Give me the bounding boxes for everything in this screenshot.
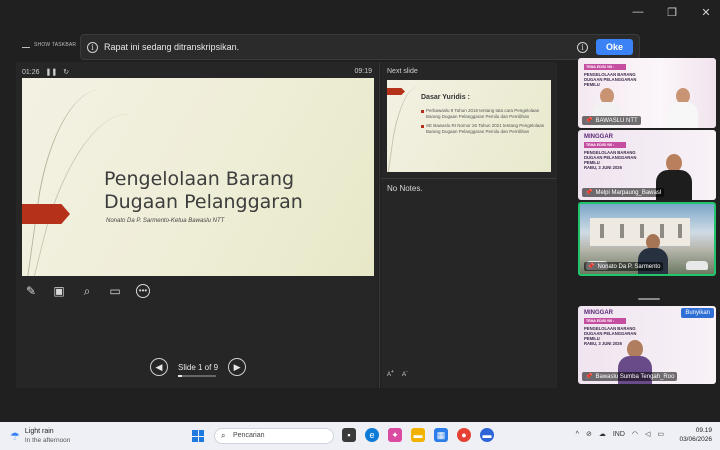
slide-navigation: ◀ Slide 1 of 9 ▶ <box>150 358 247 377</box>
participant-tile-active[interactable]: 📌 Nonato Da P. Sarmento <box>578 202 716 276</box>
next-slide-preview[interactable]: Dasar Yuridis : Perbawaslu 9 Tahun 2018 … <box>387 80 551 172</box>
store-icon[interactable]: ▦ <box>434 428 448 442</box>
battery-icon[interactable]: ▭ <box>657 430 664 438</box>
participant-tile[interactable]: MINGGAR TEMA EDISI VIII : PENGELOLAAN BA… <box>578 306 716 384</box>
pin-icon: 📌 <box>585 190 593 196</box>
speaker-notes: No Notes. <box>387 184 423 193</box>
participant-name: 📌 BAWASLU NTT <box>582 116 641 125</box>
unmute-badge[interactable]: Bunyikan <box>681 308 714 318</box>
next-slide-header: Next slide <box>387 68 418 75</box>
search-icon: ⌕ <box>221 431 226 440</box>
next-slide-title: Dasar Yuridis : <box>421 94 470 101</box>
screen-icon[interactable]: ▭ <box>108 284 122 298</box>
ok-button[interactable]: Oke <box>595 39 633 55</box>
onedrive-icon[interactable]: ☁ <box>599 430 606 438</box>
participant-tile[interactable]: MINGGAR TEMA EDISI VIII : PENGELOLAAN BA… <box>578 130 716 200</box>
see-all-slides-icon[interactable]: ▣ <box>52 284 66 298</box>
zoom-icon[interactable]: ⌕ <box>80 284 94 298</box>
increase-font-button[interactable]: A+ <box>387 369 394 378</box>
network-icon[interactable]: ⊘ <box>586 430 592 438</box>
list-item: SE Bawaslu RI Nomor 26 Tahun 2021 tentan… <box>421 123 545 134</box>
transcription-banner: i Rapat ini sedang ditranskripsikan. i O… <box>80 34 640 60</box>
pin-icon: 📌 <box>587 264 595 270</box>
slide-subtitle: Nonato Da P. Sarmento-Ketua Bawaslu NTT <box>106 218 225 224</box>
current-slide-panel: 01:26 ❚❚ ↻ 09:19 Pengelolaan Barang Duga… <box>16 62 378 388</box>
participant-name: 📌 Bawaslu Sumba Tengah_Roo <box>582 372 678 381</box>
language-indicator[interactable]: IND <box>613 431 625 438</box>
list-item: Perbawaslu 9 Tahun 2018 tentang tata car… <box>421 108 545 119</box>
notes-font-controls: A+ A- <box>387 369 408 378</box>
panel-divider[interactable] <box>379 62 380 388</box>
gallery-resize-handle[interactable] <box>638 298 660 300</box>
edge-icon[interactable]: e <box>365 428 379 442</box>
participant-video <box>668 88 698 128</box>
slide-title: Pengelolaan Barang Dugaan Pelanggaran <box>104 168 303 213</box>
previous-slide-button[interactable]: ◀ <box>150 358 168 376</box>
more-info-icon[interactable]: i <box>576 41 588 53</box>
volume-icon[interactable]: ◁ <box>645 430 650 438</box>
slide-counter: Slide 1 of 9 <box>178 363 218 377</box>
more-options-icon[interactable]: ••• <box>136 284 150 298</box>
decrease-font-button[interactable]: A- <box>402 369 408 378</box>
maximize-icon[interactable]: ❐ <box>666 6 678 19</box>
info-icon: i <box>87 41 98 53</box>
notes-divider <box>381 178 557 179</box>
next-slide-panel: Next slide Dasar Yuridis : Perbawaslu 9 … <box>381 62 557 388</box>
participant-name: 📌 Nonato Da P. Sarmento <box>584 262 664 271</box>
system-tray: ^ ⊘ ☁ IND ◠ ◁ ▭ <box>576 430 664 439</box>
file-explorer-icon[interactable]: ▬ <box>411 428 425 442</box>
next-slide-bullets: Perbawaslu 9 Tahun 2018 tentang tata car… <box>421 108 545 138</box>
pin-icon: 📌 <box>585 374 593 380</box>
chrome-icon[interactable]: ● <box>457 428 471 442</box>
next-slide-button[interactable]: ▶ <box>228 358 247 376</box>
presenter-tools: ✎ ▣ ⌕ ▭ ••• <box>24 284 150 298</box>
show-taskbar-label: SHOW TASKBAR <box>34 42 77 48</box>
participant-name: 📌 Melpi Marpaung_Bawasl <box>582 188 665 197</box>
close-icon[interactable]: ✕ <box>700 6 712 19</box>
slide-red-tab <box>22 204 70 224</box>
elapsed-time: 01:26 <box>22 68 40 76</box>
copilot-icon[interactable]: ✦ <box>388 428 402 442</box>
timer-bar: 01:26 ❚❚ ↻ 09:19 <box>22 68 372 76</box>
banner-message: Rapat ini sedang ditranskripsikan. <box>104 42 240 52</box>
pause-icon[interactable]: ❚❚ <box>46 68 58 76</box>
weather-widget[interactable]: ☂ Light rain In the afternoon <box>10 427 70 445</box>
pinned-apps: ▪ e ✦ ▬ ▦ ● ▬ <box>342 428 494 442</box>
teams-presenter-window: — ❐ ✕ SHOW TASKBAR i Rapat ini sedang di… <box>0 0 720 422</box>
slide-progress-bar <box>178 374 216 377</box>
event-poster: MINGGAR TEMA EDISI VIII : PENGELOLAAN BA… <box>584 134 637 170</box>
reset-timer-icon[interactable]: ↻ <box>63 68 69 76</box>
rain-icon: ☂ <box>10 430 20 443</box>
pen-icon[interactable]: ✎ <box>24 284 38 298</box>
chevron-up-icon[interactable]: ^ <box>576 431 579 438</box>
windows-taskbar: ☂ Light rain In the afternoon ⌕ Pencaria… <box>0 422 720 450</box>
start-button[interactable] <box>192 430 204 442</box>
wifi-icon[interactable]: ◠ <box>632 430 638 438</box>
participant-tile[interactable]: TEMA EDISI VIII : PENGELOLAAN BARANG DUG… <box>578 58 716 128</box>
task-view-icon[interactable]: ▪ <box>342 428 356 442</box>
minimize-icon[interactable]: — <box>632 6 644 19</box>
pin-icon: 📌 <box>585 118 593 124</box>
search-input[interactable]: ⌕ Pencarian <box>214 428 334 444</box>
event-poster: TEMA EDISI VIII : PENGELOLAAN BARANG DUG… <box>584 64 637 87</box>
taskbar-icon <box>22 43 30 48</box>
slide-red-tab <box>387 88 405 95</box>
zoom-app-icon[interactable]: ▬ <box>480 428 494 442</box>
show-taskbar-button[interactable]: SHOW TASKBAR <box>22 42 76 48</box>
presenter-clock: 09:19 <box>354 68 372 75</box>
background-car <box>686 261 708 270</box>
taskbar-clock[interactable]: 09.19 03/06/2026 <box>679 426 712 444</box>
window-controls: — ❐ ✕ <box>632 6 712 19</box>
current-slide: Pengelolaan Barang Dugaan Pelanggaran No… <box>22 78 374 276</box>
